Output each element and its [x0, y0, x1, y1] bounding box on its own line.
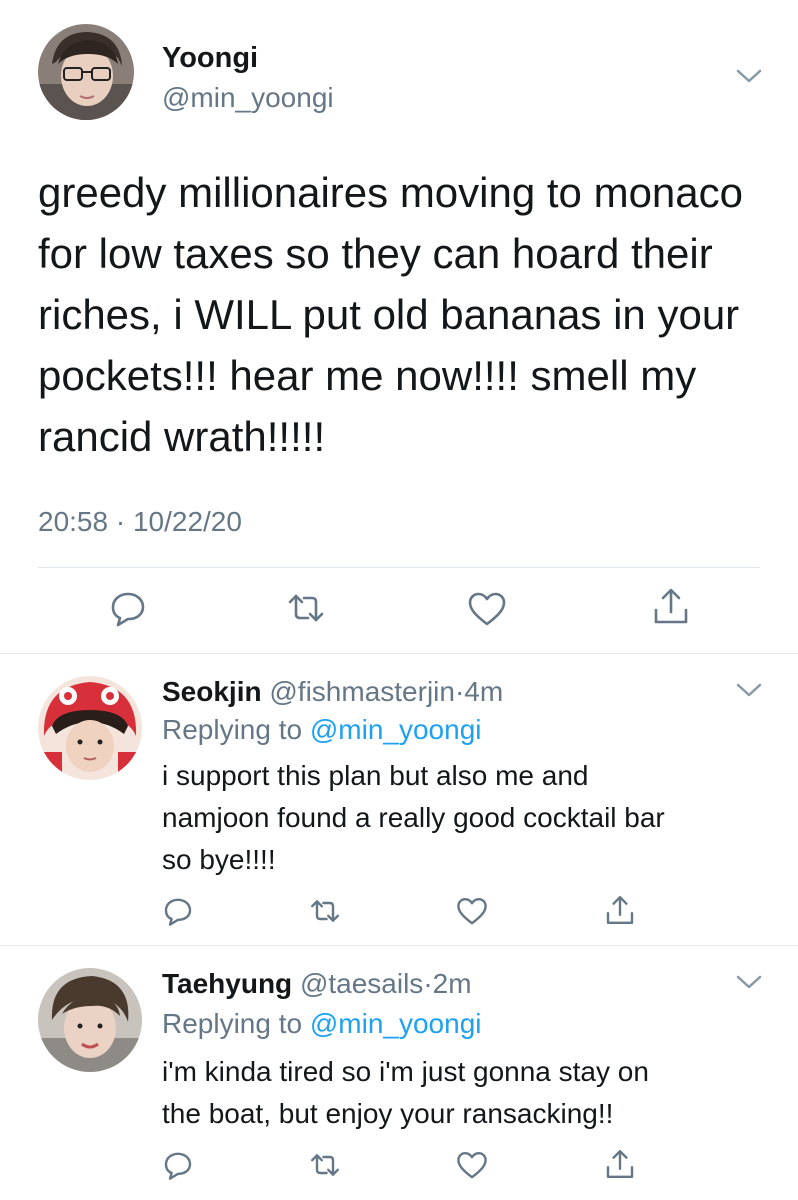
reply-text-line: i'm kinda tired so i'm just gonna stay o…	[162, 1056, 649, 1087]
retweet-icon[interactable]	[309, 1149, 341, 1181]
like-icon[interactable]	[456, 896, 488, 928]
author-handle[interactable]: @fishmasterjin	[269, 676, 455, 707]
chevron-down-icon[interactable]	[734, 680, 764, 700]
tweet-text-line: pockets!!! hear me now!!!! smell my	[38, 352, 697, 399]
tweet-text-line: greedy millionaires moving to monaco	[38, 169, 743, 216]
divider	[38, 567, 760, 568]
replying-to-label: Replying to	[162, 1008, 310, 1039]
reply-icon[interactable]	[162, 1149, 194, 1181]
replying-to: Replying to @min_yoongi	[162, 1008, 482, 1040]
retweet-icon[interactable]	[286, 588, 326, 628]
author-name[interactable]: Yoongi	[162, 42, 258, 75]
replying-to-label: Replying to	[162, 714, 310, 745]
tweet-text: greedy millionaires moving to monaco for…	[38, 162, 768, 467]
share-icon[interactable]	[651, 586, 691, 626]
like-icon[interactable]	[456, 1150, 488, 1182]
like-icon[interactable]	[467, 590, 507, 630]
reply-icon[interactable]	[108, 588, 148, 628]
reply-tweet[interactable]: Seokjin @fishmasterjin·4m Replying to @m…	[0, 654, 798, 944]
tweet-text-line: riches, i WILL put old bananas in your	[38, 291, 740, 338]
replying-to-mention[interactable]: @min_yoongi	[310, 1008, 482, 1039]
reply-time[interactable]: 2m	[433, 968, 472, 999]
reply-time[interactable]: 4m	[464, 676, 503, 707]
share-icon[interactable]	[604, 1148, 636, 1180]
avatar[interactable]	[38, 24, 134, 120]
reply-text-line: the boat, but enjoy your ransacking!!	[162, 1098, 614, 1129]
replying-to-mention[interactable]: @min_yoongi	[310, 714, 482, 745]
reply-text-line: so bye!!!!	[162, 844, 276, 875]
chevron-down-icon[interactable]	[734, 66, 764, 86]
reply-text-line: namjoon found a really good cocktail bar	[162, 802, 665, 833]
replying-to: Replying to @min_yoongi	[162, 714, 482, 746]
retweet-icon[interactable]	[309, 895, 341, 927]
author-handle[interactable]: @min_yoongi	[162, 82, 334, 114]
main-tweet: Yoongi @min_yoongi greedy millionaires m…	[0, 0, 798, 650]
avatar[interactable]	[38, 676, 142, 780]
reply-text-line: i support this plan but also me and	[162, 760, 589, 791]
author-name[interactable]: Seokjin	[162, 676, 262, 707]
author-name[interactable]: Taehyung	[162, 968, 292, 999]
separator: ·	[423, 968, 433, 999]
reply-text: i'm kinda tired so i'm just gonna stay o…	[162, 1051, 762, 1135]
tweet-text-line: rancid wrath!!!!!	[38, 413, 326, 460]
chevron-down-icon[interactable]	[734, 972, 764, 992]
separator: ·	[454, 676, 465, 707]
author-handle[interactable]: @taesails	[300, 968, 423, 999]
reply-text: i support this plan but also me and namj…	[162, 755, 762, 881]
reply-header: Seokjin @fishmasterjin·4m	[162, 676, 503, 708]
avatar[interactable]	[38, 968, 142, 1072]
tweet-timestamp[interactable]: 20:58 · 10/22/20	[38, 506, 242, 538]
reply-icon[interactable]	[162, 895, 194, 927]
reply-header: Taehyung @taesails·2m	[162, 968, 472, 1000]
reply-tweet[interactable]: Taehyung @taesails·2m Replying to @min_y…	[0, 946, 798, 1200]
tweet-text-line: for low taxes so they can hoard their	[38, 230, 713, 277]
share-icon[interactable]	[604, 894, 636, 926]
